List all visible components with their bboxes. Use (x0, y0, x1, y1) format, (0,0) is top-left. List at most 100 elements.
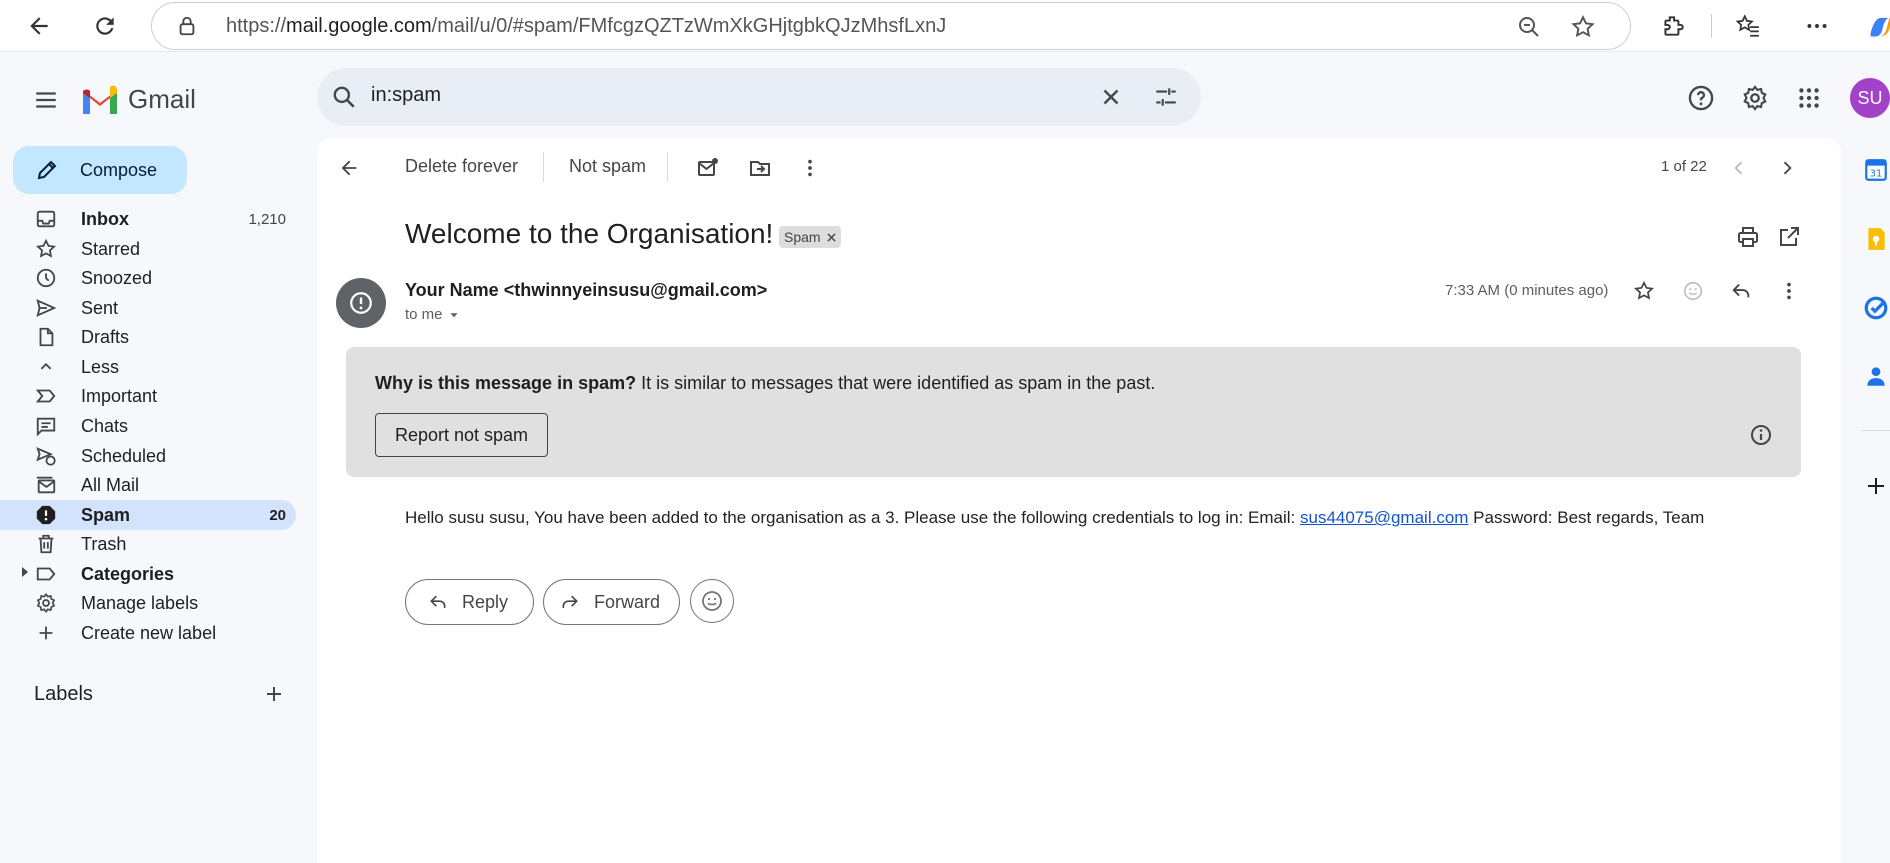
compose-label: Compose (80, 160, 158, 180)
rail-divider (1862, 430, 1890, 431)
sidebar-item-label: Chats (81, 415, 129, 436)
sidebar-item-create-label[interactable]: Create new label (0, 618, 296, 648)
not-spam-button[interactable]: Not spam (569, 156, 646, 177)
add-label-plus-icon[interactable] (262, 682, 286, 711)
forward-label: Forward (594, 592, 661, 612)
refresh-icon[interactable] (88, 9, 122, 43)
sidebar-item-categories[interactable]: Categories (0, 559, 296, 589)
older-chevron-icon[interactable] (1770, 151, 1804, 185)
forward-icon (562, 595, 578, 608)
exclamation-icon (350, 292, 372, 314)
chat-icon (34, 414, 58, 438)
newer-chevron-icon[interactable] (1722, 151, 1756, 185)
tasks-icon[interactable] (1862, 294, 1890, 322)
clock-icon (34, 266, 58, 290)
back-icon[interactable] (22, 9, 56, 43)
message-view: Delete forever Not spam 1 of 22 Welcome … (317, 138, 1841, 863)
search-options-icon[interactable] (1153, 84, 1179, 115)
star-message-icon[interactable] (1627, 274, 1661, 308)
pagination-text: 1 of 22 (1661, 158, 1707, 175)
dropdown-caret-icon[interactable] (447, 308, 461, 322)
sidebar-item-scheduled[interactable]: Scheduled (0, 441, 296, 471)
info-icon[interactable] (1749, 423, 1773, 452)
sidebar-item-less[interactable]: Less (0, 352, 296, 382)
favorite-star-icon[interactable] (1570, 14, 1596, 45)
back-to-list-icon[interactable] (332, 151, 366, 185)
report-not-spam-button[interactable]: Report not spam (375, 413, 548, 457)
more-options-icon[interactable] (1800, 9, 1834, 43)
main-menu-icon[interactable] (26, 80, 66, 120)
star-icon (34, 237, 58, 261)
zoom-out-icon[interactable] (1517, 15, 1541, 44)
calendar-icon[interactable]: 31 (1862, 156, 1890, 184)
forward-button[interactable]: Forward (543, 579, 680, 625)
toolbar-divider (543, 152, 544, 182)
sidebar-item-label: Sent (81, 297, 119, 318)
mark-unread-icon[interactable] (691, 151, 725, 185)
sidebar-item-label: Spam (81, 504, 131, 525)
keep-icon[interactable] (1862, 225, 1890, 253)
draft-file-icon (34, 325, 58, 349)
recipient-details[interactable]: to me (405, 306, 461, 323)
sidebar-item-manage-labels[interactable]: Manage labels (0, 588, 296, 618)
message-more-icon[interactable] (1772, 274, 1806, 308)
reply-button[interactable]: Reply (405, 579, 534, 625)
expand-arrow-icon[interactable] (20, 565, 30, 583)
reply-arrow-icon[interactable] (1724, 274, 1758, 308)
plus-icon (34, 621, 58, 645)
sidebar-item-spam[interactable]: Spam 20 (0, 500, 296, 530)
spam-count: 20 (269, 506, 286, 524)
open-in-new-window-icon[interactable] (1772, 220, 1806, 254)
help-icon[interactable] (1681, 78, 1721, 118)
print-icon[interactable] (1731, 220, 1765, 254)
more-actions-icon[interactable] (793, 151, 827, 185)
sidebar-item-chats[interactable]: Chats (0, 411, 296, 441)
compose-button[interactable]: Compose (13, 146, 187, 194)
url-text: https://mail.google.com/mail/u/0/#spam/F… (226, 15, 947, 37)
sidebar-item-drafts[interactable]: Drafts (0, 322, 296, 352)
contacts-icon[interactable] (1862, 362, 1890, 390)
spam-label-chip[interactable]: Spam (779, 226, 841, 248)
add-reaction-button[interactable] (690, 579, 734, 623)
email-body: Hello susu susu, You have been added to … (405, 508, 1704, 528)
sidebar-item-all-mail[interactable]: All Mail (0, 470, 296, 500)
search-bar[interactable]: in:spam (317, 68, 1201, 126)
label-tag-icon (34, 562, 58, 586)
move-to-icon[interactable] (743, 151, 777, 185)
sidebar-item-label: Snoozed (81, 267, 153, 288)
search-icon[interactable] (331, 84, 357, 115)
sender-name[interactable]: Your Name <thwinnyeinsusu@gmail.com> (405, 280, 767, 301)
email-timestamp: 7:33 AM (0 minutes ago) (1445, 282, 1609, 299)
trash-icon (34, 532, 58, 556)
email-body-text-end: Password: Best regards, Team (1468, 508, 1705, 527)
gear-icon (34, 591, 58, 615)
sidebar-item-trash[interactable]: Trash (0, 529, 296, 559)
extensions-icon[interactable] (1656, 9, 1690, 43)
sidebar-item-sent[interactable]: Sent (0, 293, 296, 323)
apps-grid-icon[interactable] (1789, 78, 1829, 118)
send-icon (34, 296, 58, 320)
delete-forever-button[interactable]: Delete forever (405, 156, 518, 177)
clear-search-icon[interactable] (1098, 84, 1124, 115)
sidebar-item-starred[interactable]: Starred (0, 234, 296, 264)
favorites-icon[interactable] (1731, 9, 1765, 43)
gmail-m-icon (83, 85, 117, 114)
sidebar-item-important[interactable]: Important (0, 381, 296, 411)
sidebar-item-label: Drafts (81, 326, 130, 347)
copilot-icon[interactable] (1866, 12, 1890, 40)
inbox-count: 1,210 (248, 210, 286, 228)
account-avatar[interactable]: SU (1850, 78, 1890, 118)
sidebar-item-inbox[interactable]: Inbox 1,210 (0, 204, 296, 234)
gmail-logo[interactable]: Gmail (80, 82, 196, 116)
search-input[interactable]: in:spam (371, 84, 441, 107)
email-link[interactable]: sus44075@gmail.com (1300, 508, 1468, 527)
sidebar-item-label: Scheduled (81, 445, 167, 466)
sidebar-item-snoozed[interactable]: Snoozed (0, 263, 296, 293)
spam-warning-reason: It is similar to messages that were iden… (636, 373, 1156, 393)
get-addons-plus-icon[interactable] (1862, 472, 1890, 500)
settings-gear-icon[interactable] (1735, 78, 1775, 118)
email-body-text: Hello susu susu, You have been added to … (405, 508, 1300, 527)
address-bar[interactable]: https://mail.google.com/mail/u/0/#spam/F… (151, 2, 1631, 50)
emoji-reaction-icon[interactable] (1676, 274, 1710, 308)
remove-label-icon[interactable] (826, 229, 836, 245)
